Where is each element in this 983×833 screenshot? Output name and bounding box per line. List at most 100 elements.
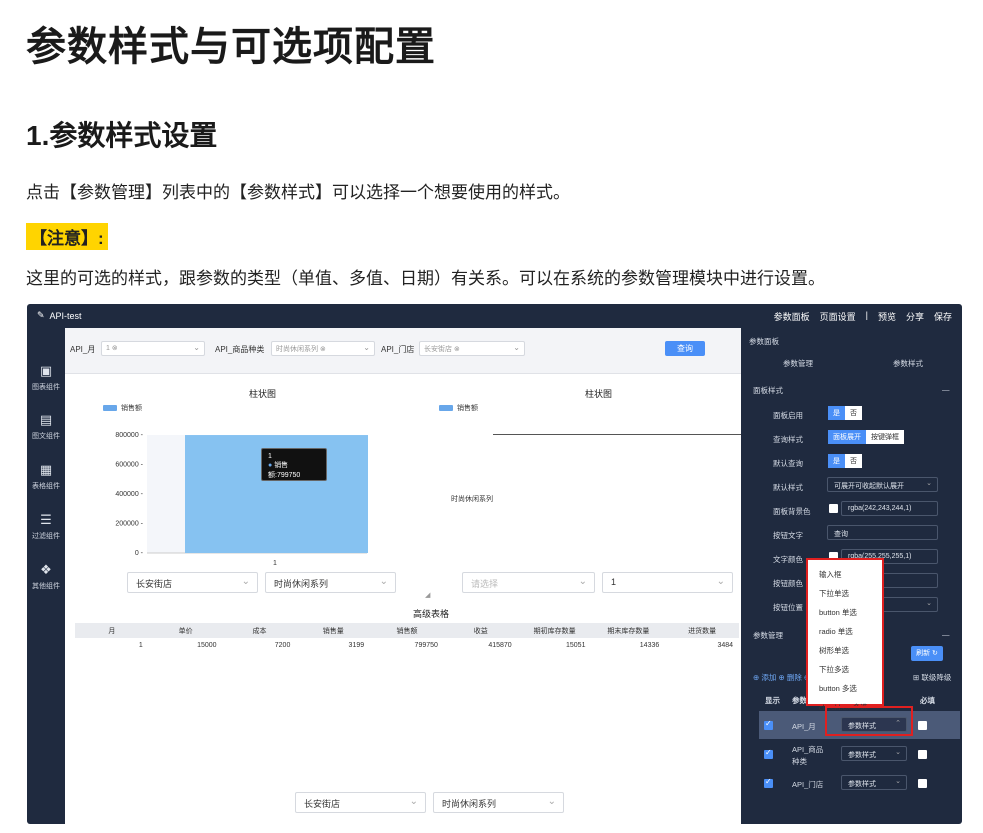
app-title: API-test (49, 310, 82, 321)
chart-tooltip: 1 ● 销售额:799750 (261, 448, 327, 481)
table-header: 月单价 成本 销售量 销售额 收益 期初库存数量 期末库存数量 进货数量 (75, 623, 739, 638)
section-panel-style: 面板样式 (753, 386, 783, 395)
param-show-checkbox[interactable] (764, 719, 773, 730)
nav-filter[interactable]: ☰ 过滤组件 (27, 512, 65, 541)
menu-save[interactable]: 保存 (934, 310, 952, 323)
query-button[interactable]: 查询 (665, 341, 705, 356)
filter-store-select[interactable]: 长安街店 ⌄ (127, 572, 258, 593)
top-bar: ✎ API-test 参数面板 页面设置 | 预览 分享 保存 (27, 304, 962, 328)
chart1-legend: 销售额 (103, 403, 142, 413)
bottom-category-select[interactable]: 时尚休闲系列 ⌄ (433, 792, 564, 813)
bg-color-label: 面板背景色 (773, 507, 811, 516)
bg-color-input[interactable]: rgba(242,243,244,1) (841, 501, 938, 516)
filter-category-select[interactable]: 时尚休闲系列 ⌄ (265, 572, 396, 593)
chart1-title: 柱状图 (249, 389, 277, 399)
table-title: 高级表格 (413, 609, 450, 619)
left-nav: ▣ 图表组件 ▤ 图文组件 ▦ 表格组件 ☰ 过滤组件 ❖ 其他组件 (27, 328, 65, 824)
default-query-toggle[interactable]: 是否 (828, 454, 862, 468)
query-select-month[interactable]: 1 ⊗ ⌄ (101, 341, 205, 356)
option-dropdown-single[interactable]: 下拉单选 (819, 588, 849, 599)
param-show-checkbox[interactable] (764, 748, 773, 759)
menu-share[interactable]: 分享 (906, 310, 924, 323)
collapse-icon[interactable]: — (942, 385, 950, 394)
cascade-option[interactable]: ⊞ 联级降级 (913, 672, 951, 683)
legend-swatch (103, 405, 117, 411)
default-style-label: 默认样式 (773, 483, 803, 492)
doc-title: 参数样式与可选项配置 (26, 25, 436, 69)
highlight-box (825, 706, 913, 736)
menu-preview[interactable]: 预览 (878, 310, 896, 323)
param-style-select[interactable]: 参数样式 ⌄ (841, 746, 907, 761)
image-text-icon: ▤ (39, 412, 53, 427)
legend-swatch (439, 405, 453, 411)
chart2-title: 柱状图 (585, 389, 613, 399)
query-style-label: 查询样式 (773, 435, 803, 444)
nav-image-text[interactable]: ▤ 图文组件 (27, 412, 65, 441)
nav-chart-component[interactable]: ▣ 图表组件 (27, 363, 65, 392)
option-button-single[interactable]: button 单选 (819, 607, 857, 618)
tab-param-manage[interactable]: 参数管理 (783, 358, 813, 369)
bg-color-swatch[interactable] (829, 504, 838, 513)
query-style-toggle[interactable]: 面板展开 按键弹框 (828, 430, 904, 444)
chart-component-icon: ▣ (39, 363, 53, 378)
bottom-store-select[interactable]: 长安街店 ⌄ (295, 792, 426, 813)
option-tree-single[interactable]: 树形单选 (819, 645, 849, 656)
tab-param-style[interactable]: 参数样式 (893, 358, 923, 369)
advanced-table: 月单价 成本 销售量 销售额 收益 期初库存数量 期末库存数量 进货数量 1 15000 7200… (75, 623, 739, 653)
param-name: API_月 (792, 722, 816, 731)
option-input-box[interactable]: 输入框 (819, 569, 842, 580)
chart1-y-tick: 800000 - (115, 432, 143, 439)
other-icon: ❖ (40, 562, 52, 577)
option-button-multi[interactable]: button 多选 (819, 683, 857, 694)
chart1-y-tick: 200000 - (115, 521, 143, 528)
param-style-select[interactable]: 参数样式 ⌄ (841, 775, 907, 790)
default-query-label: 默认查询 (773, 459, 803, 468)
param-style-dropdown: 输入框 下拉单选 button 单选 radio 单选 树形单选 下拉多选 bu… (806, 558, 884, 710)
enable-label: 面板启用 (773, 411, 803, 420)
btn-text-label: 按钮文字 (773, 531, 803, 540)
param-name: API_门店 (792, 780, 824, 789)
nav-other[interactable]: ❖ 其他组件 (27, 562, 65, 591)
query-label-category: API_商品种类 (215, 345, 265, 354)
param-required-checkbox[interactable] (918, 750, 927, 759)
filter-icon: ☰ (40, 512, 52, 527)
chart1-y-tick: 400000 - (115, 491, 143, 498)
param-required-checkbox[interactable] (918, 779, 927, 788)
chart1-x-tick: 1 (273, 560, 277, 567)
filter-month-select[interactable]: 1 ⌄ (602, 572, 733, 593)
edit-icon[interactable]: ✎ (37, 310, 45, 321)
option-dropdown-multi[interactable]: 下拉多选 (819, 664, 849, 675)
panel-title: 参数面板 (749, 337, 779, 346)
menu-param-panel[interactable]: 参数面板 (774, 310, 810, 323)
chart1-bar-chart: 800000 - 600000 - 400000 - 200000 - 0 - 1 (115, 432, 368, 567)
resize-handle[interactable]: ◢ (425, 591, 430, 599)
section-heading: 1.参数样式设置 (26, 120, 218, 151)
note-label: 【注意】: (26, 223, 108, 250)
section-param-manage: 参数管理 (753, 631, 783, 640)
table-icon: ▦ (39, 462, 53, 477)
refresh-button[interactable]: 刷新 ↻ (911, 646, 943, 661)
chart1-y-tick: 0 - (135, 550, 144, 557)
nav-table[interactable]: ▦ 表格组件 (27, 462, 65, 491)
menu-divider: | (865, 310, 868, 320)
query-select-category[interactable]: 时尚休闲系列 ⊗ ⌄ (271, 341, 375, 356)
filter-empty-select[interactable]: 请选择 ⌄ (462, 572, 595, 593)
btn-pos-label: 按钮位置 (773, 603, 803, 612)
param-show-checkbox[interactable] (764, 777, 773, 788)
option-radio-single[interactable]: radio 单选 (819, 626, 853, 637)
collapse-icon-2[interactable]: — (942, 630, 950, 639)
report-canvas: API_月 1 ⊗ ⌄ API_商品种类 时尚休闲系列 ⊗ ⌄ API_门店 长安街… (65, 328, 745, 824)
param-required-checkbox[interactable] (918, 721, 927, 730)
chart2-line (493, 434, 745, 435)
intro-paragraph: 点击【参数管理】列表中的【参数样式】可以选择一个想要使用的样式。 (26, 183, 570, 202)
query-select-store[interactable]: 长安街店 ⊗ ⌄ (419, 341, 525, 356)
menu-page-settings[interactable]: 页面设置 (820, 310, 856, 323)
default-style-select[interactable]: 可展开可收起默认展开 ⌄ (827, 477, 938, 492)
enable-toggle[interactable]: 是否 (828, 406, 862, 420)
note-paragraph: 这里的可选的样式，跟参数的类型（单值、多值、日期）有关系。可以在系统的参数管理模… (26, 269, 825, 288)
btn-color-label: 按钮颜色 (773, 579, 803, 588)
chart2-legend: 销售额 (439, 403, 478, 413)
query-label-month: API_月 (70, 345, 96, 354)
col-required: 必填 (920, 696, 935, 705)
btn-text-input[interactable]: 查询 (827, 525, 938, 540)
